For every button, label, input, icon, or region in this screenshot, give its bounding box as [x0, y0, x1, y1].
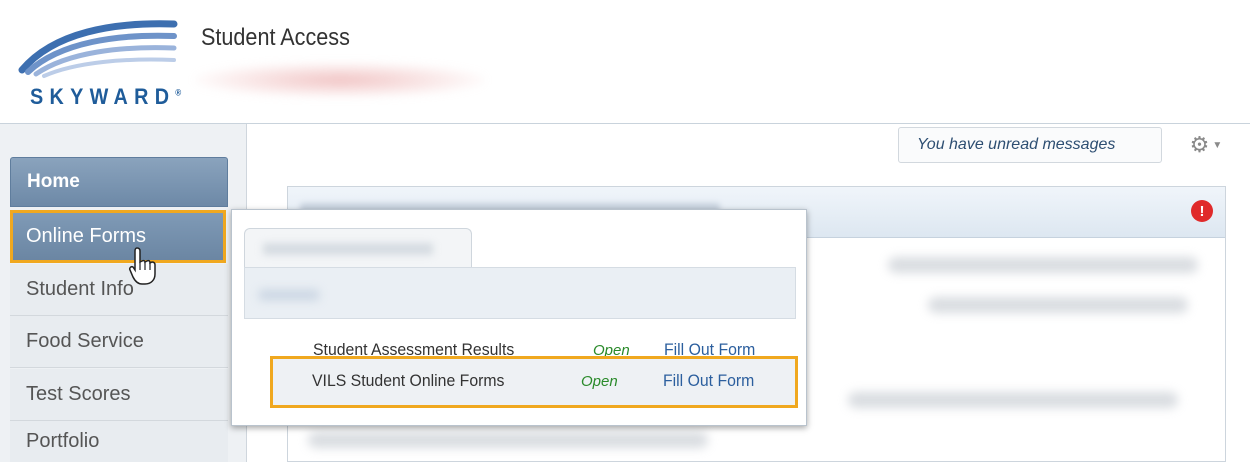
- redacted-text: [888, 257, 1198, 273]
- chevron-down-icon: ▼: [1212, 139, 1223, 151]
- sidebar-item-label: Food Service: [26, 330, 144, 352]
- sidebar-item-label: Online Forms: [26, 225, 147, 247]
- sidebar-item-portfolio[interactable]: Portfolio: [10, 421, 228, 462]
- settings-menu-button[interactable]: ⚙ ▼: [1176, 127, 1236, 163]
- alert-icon[interactable]: !: [1191, 200, 1213, 222]
- sidebar-item-online-forms[interactable]: Online Forms: [10, 210, 226, 263]
- sidebar-item-student-info[interactable]: Student Info: [10, 264, 228, 316]
- flyout-section-bar: [244, 267, 796, 319]
- form-row-highlighted: VILS Student Online Forms Open Fill Out …: [270, 356, 798, 408]
- hand-cursor-icon: [129, 247, 156, 285]
- sidebar-item-label: Student Info: [26, 278, 134, 300]
- sidebar-item-label: Test Scores: [26, 383, 131, 405]
- redacted-section-label: [259, 290, 319, 300]
- form-name: VILS Student Online Forms: [312, 371, 505, 390]
- sidebar-item-home[interactable]: Home: [10, 157, 228, 207]
- form-status: Open: [581, 373, 618, 390]
- sidebar-item-test-scores[interactable]: Test Scores: [10, 369, 228, 421]
- redacted-text: [308, 432, 708, 448]
- sidebar-item-label: Home: [27, 171, 80, 192]
- sidebar-item-food-service[interactable]: Food Service: [10, 316, 228, 368]
- gear-icon: ⚙: [1189, 132, 1210, 157]
- unread-messages-button[interactable]: You have unread messages: [898, 127, 1162, 163]
- fill-out-form-link[interactable]: Fill Out Form: [663, 371, 754, 391]
- redacted-student-name: [195, 62, 485, 98]
- redacted-text: [848, 392, 1178, 408]
- logo-swoosh-icon: [18, 20, 178, 78]
- redacted-text: [928, 297, 1188, 313]
- logo-wordmark: SKYWARD®: [30, 84, 182, 109]
- sidebar-item-label: Portfolio: [26, 430, 100, 452]
- app-title: Student Access: [201, 24, 350, 51]
- flyout-tab[interactable]: [244, 228, 472, 269]
- redacted-tab-label: [263, 243, 433, 255]
- skyward-logo: SKYWARD®: [14, 12, 184, 109]
